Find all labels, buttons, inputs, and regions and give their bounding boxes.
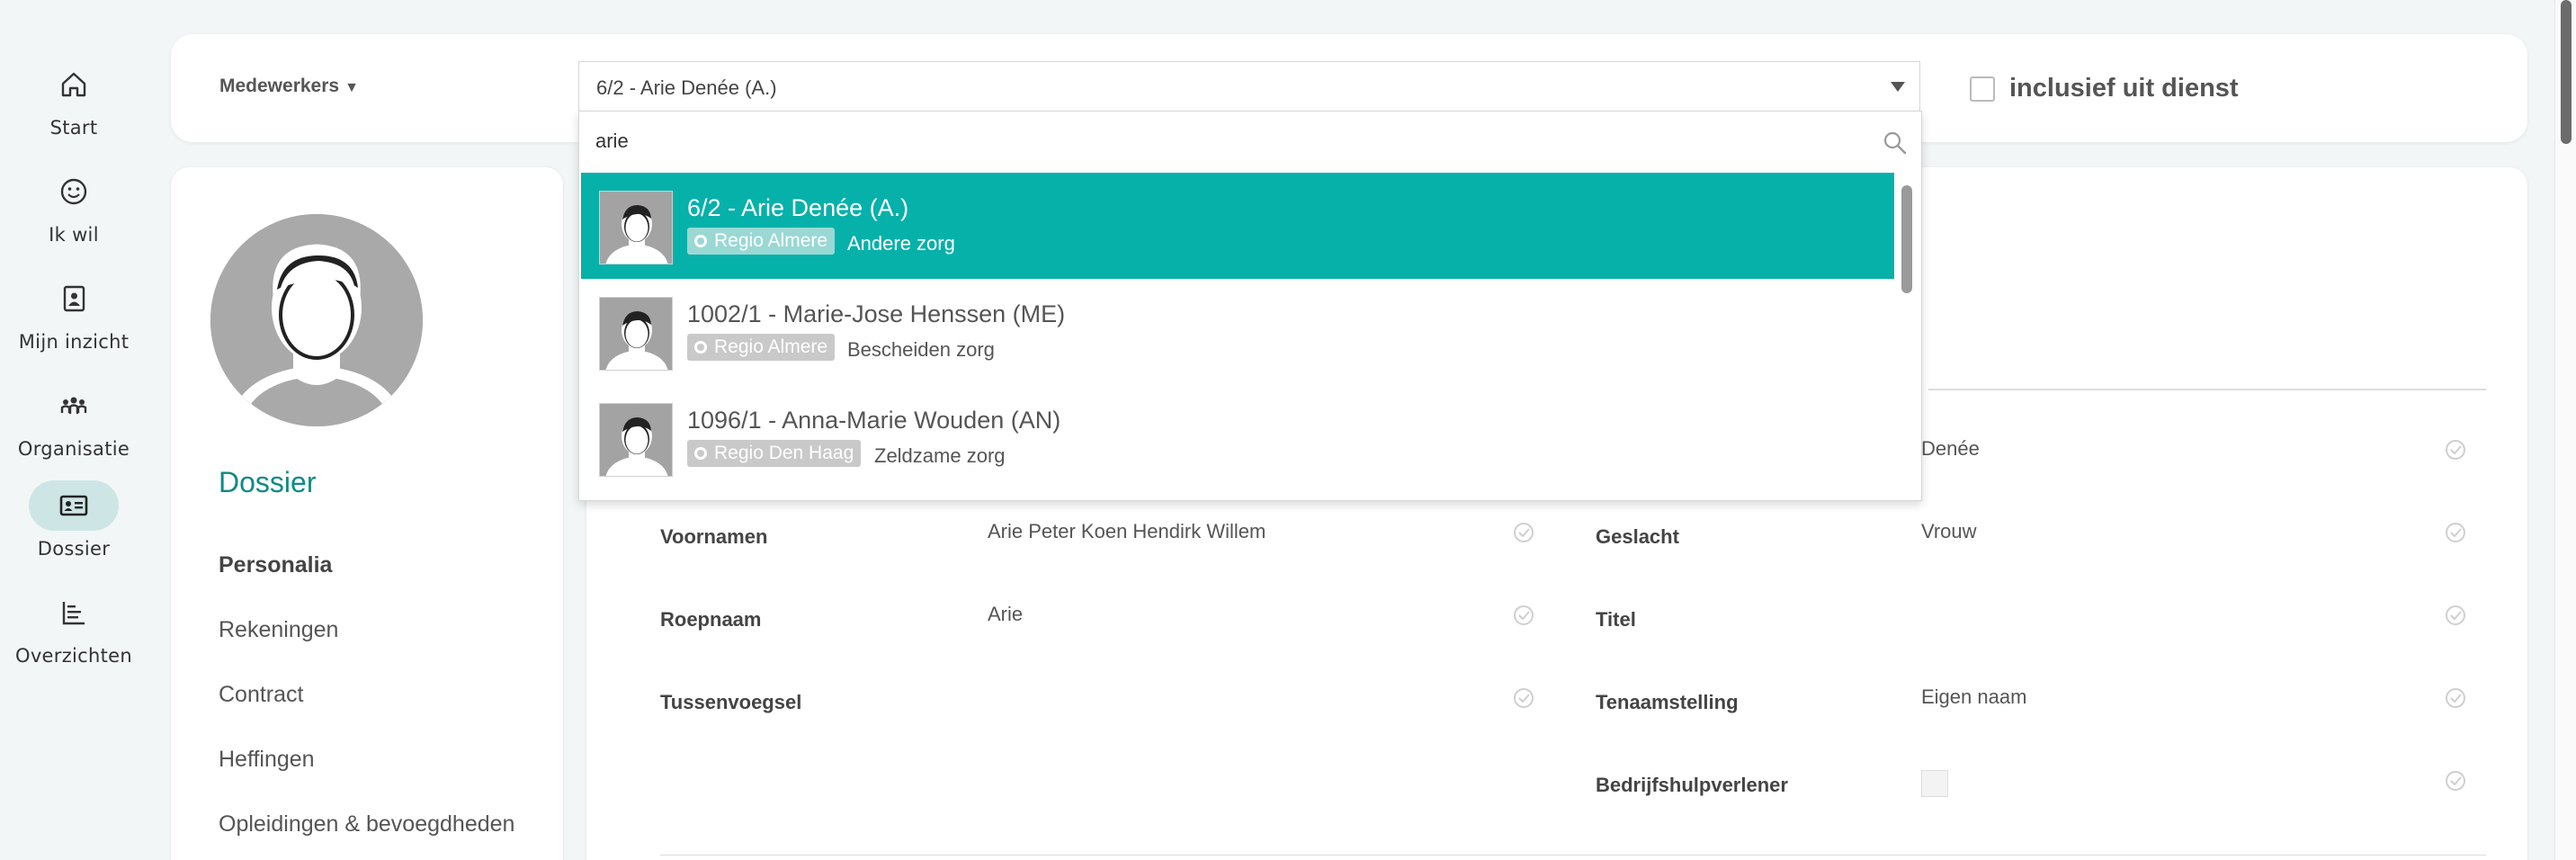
nav-item-mijn-inzicht[interactable]: Mijn inzicht xyxy=(0,273,148,363)
people-group-icon xyxy=(29,381,119,431)
page-scrollbar-thumb[interactable] xyxy=(2561,0,2572,144)
history-icon[interactable] xyxy=(2443,768,2468,793)
region-badge: Regio Den Haag xyxy=(687,440,862,467)
page-scrollbar[interactable] xyxy=(2554,0,2576,860)
geslacht-label: Geslacht xyxy=(1596,525,1679,548)
dropdown-search xyxy=(579,112,1921,171)
dossier-title: Dossier xyxy=(219,466,317,498)
voornamen-value: Arie Peter Koen Hendirk Willem xyxy=(988,520,1266,542)
dropdown-option[interactable]: 1002/1 - Marie-Jose Henssen (ME) Regio A… xyxy=(581,279,1894,385)
globe-icon xyxy=(694,341,707,354)
profile-panel: Dossier Personalia Rekeningen Contract H… xyxy=(171,167,563,860)
include-out-of-service-label: inclusief uit dienst xyxy=(2009,74,2239,103)
globe-icon xyxy=(694,447,707,460)
nav-item-dossier[interactable]: Dossier xyxy=(0,480,148,570)
include-out-of-service-checkbox[interactable] xyxy=(1970,76,1995,102)
option-name: 1096/1 - Anna-Marie Wouden (AN) xyxy=(687,407,1061,434)
dropdown-search-input[interactable] xyxy=(595,126,1855,157)
care-label: Zeldzame zorg xyxy=(874,444,1006,467)
nav-label-organisatie: Organisatie xyxy=(17,438,130,460)
region-badge: Regio Almere xyxy=(687,228,836,255)
home-icon xyxy=(29,59,119,110)
option-avatar xyxy=(599,191,673,264)
nav-label-dossier: Dossier xyxy=(37,538,111,560)
option-avatar xyxy=(599,403,673,477)
nav-item-ik-wil[interactable]: Ik wil xyxy=(0,166,148,256)
bar-chart-icon xyxy=(29,587,119,638)
menu-contract[interactable]: Contract xyxy=(219,682,303,708)
side-navigation: Start Ik wil Mijn inzicht Organisatie Do… xyxy=(0,0,148,860)
medewerkers-filter-toggle[interactable]: Medewerkers ▼ xyxy=(219,76,359,97)
history-icon[interactable] xyxy=(1511,520,1536,545)
history-icon[interactable] xyxy=(2443,520,2468,545)
dropdown-arrow-icon xyxy=(1891,82,1905,92)
section-divider xyxy=(660,855,2486,856)
option-name: 6/2 - Arie Denée (A.) xyxy=(687,194,909,221)
menu-opleidingen[interactable]: Opleidingen & bevoegdheden xyxy=(219,811,514,838)
dropdown-option[interactable]: 1096/1 - Anna-Marie Wouden (AN) Regio De… xyxy=(581,385,1894,491)
employee-select[interactable]: 6/2 - Arie Denée (A.) xyxy=(578,61,1920,112)
nav-label-overzichten: Overzichten xyxy=(15,645,132,667)
region-label: Regio Den Haag xyxy=(714,443,854,463)
bedrijfshulpverlener-checkbox[interactable] xyxy=(1921,770,1948,797)
menu-heffingen[interactable]: Heffingen xyxy=(219,747,315,773)
menu-personalia[interactable]: Personalia xyxy=(219,552,332,578)
contact-book-icon xyxy=(29,273,119,324)
history-icon[interactable] xyxy=(2443,603,2468,628)
nav-label-mijn-inzicht: Mijn inzicht xyxy=(18,331,130,353)
search-icon xyxy=(1882,130,1909,157)
globe-icon xyxy=(694,235,707,247)
id-card-icon xyxy=(29,480,119,531)
region-badge: Regio Almere xyxy=(687,334,836,361)
region-label: Regio Almere xyxy=(714,336,828,357)
titel-label: Titel xyxy=(1596,608,1636,631)
voornamen-label: Voornamen xyxy=(660,525,768,548)
nav-item-overzichten[interactable]: Overzichten xyxy=(0,587,148,677)
nav-item-organisatie[interactable]: Organisatie xyxy=(0,381,148,470)
option-name: 1002/1 - Marie-Jose Henssen (ME) xyxy=(687,300,1066,327)
geslacht-value: Vrouw xyxy=(1921,520,1977,542)
history-icon[interactable] xyxy=(1511,603,1536,628)
option-avatar xyxy=(599,297,673,371)
smiley-icon xyxy=(29,166,119,217)
achternaam-value: Denée xyxy=(1921,437,1980,460)
roepnaam-value: Arie xyxy=(988,603,1024,625)
caret-down-icon: ▼ xyxy=(344,80,359,95)
history-icon[interactable] xyxy=(1511,685,1536,711)
section-divider xyxy=(1928,389,2486,390)
tenaamstelling-label: Tenaamstelling xyxy=(1596,691,1739,713)
menu-rekeningen[interactable]: Rekeningen xyxy=(219,617,338,643)
bedrijfshulpverlener-label: Bedrijfshulpverlener xyxy=(1596,774,1788,796)
employee-dropdown: 6/2 - Arie Denée (A.) Regio Almere Ander… xyxy=(578,111,1922,501)
employee-select-value: 6/2 - Arie Denée (A.) xyxy=(596,76,777,99)
nav-label-start: Start xyxy=(49,117,98,139)
tussenvoegsel-label: Tussenvoegsel xyxy=(660,691,802,713)
tenaamstelling-value: Eigen naam xyxy=(1921,685,2027,708)
include-out-of-service-toggle[interactable]: inclusief uit dienst xyxy=(1970,74,2239,103)
care-label: Bescheiden zorg xyxy=(847,338,995,361)
history-icon[interactable] xyxy=(2443,685,2468,711)
dropdown-option[interactable]: 6/2 - Arie Denée (A.) Regio Almere Ander… xyxy=(581,173,1894,279)
nav-item-start[interactable]: Start xyxy=(0,59,148,149)
nav-label-ik-wil: Ik wil xyxy=(49,224,99,246)
region-label: Regio Almere xyxy=(714,230,828,251)
care-label: Andere zorg xyxy=(847,232,955,255)
history-icon[interactable] xyxy=(2443,437,2468,462)
medewerkers-label: Medewerkers xyxy=(219,76,340,96)
dropdown-scrollbar-thumb[interactable] xyxy=(1901,185,1912,293)
avatar xyxy=(210,214,423,426)
roepnaam-label: Roepnaam xyxy=(660,608,762,631)
